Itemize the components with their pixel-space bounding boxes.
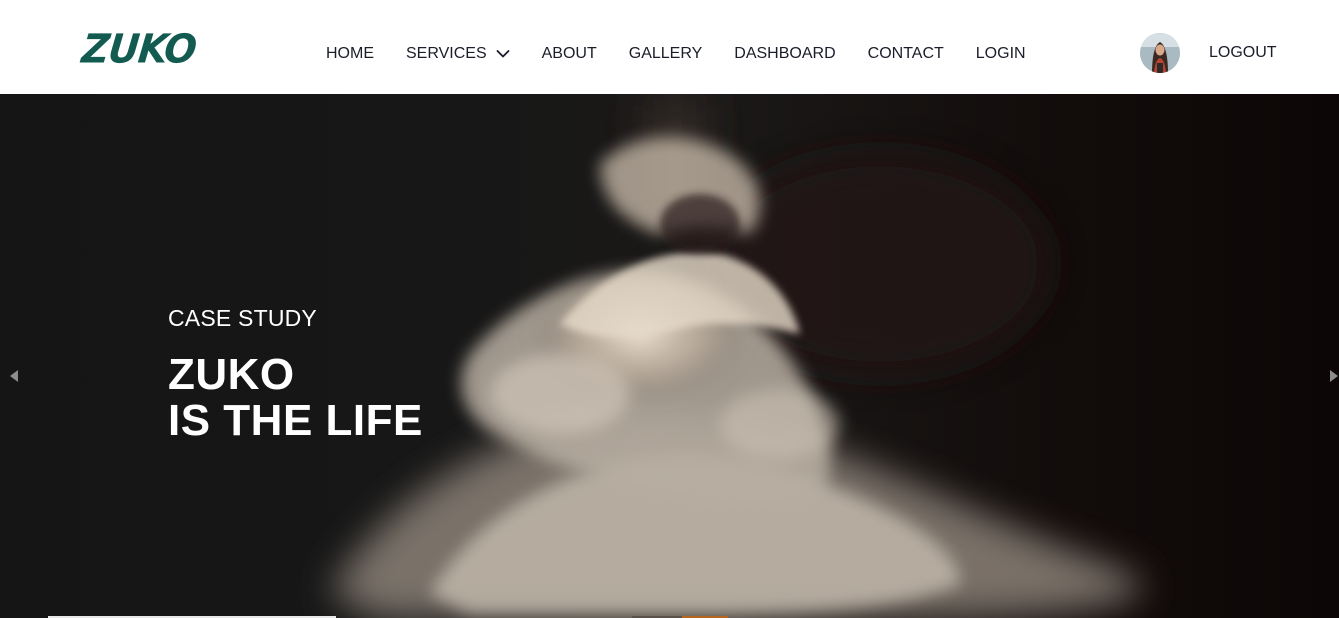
hero-eyebrow: CASE STUDY xyxy=(168,305,317,331)
hero-headline-line-2: IS THE LIFE xyxy=(168,396,423,445)
main-nav: HOME SERVICES ABOUT GALLERY DASHBOARD CO… xyxy=(326,43,1026,65)
nav-contact-label: CONTACT xyxy=(867,45,944,62)
nav-dashboard-label: DASHBOARD xyxy=(734,45,836,62)
logout-link[interactable]: LOGOUT xyxy=(1209,44,1277,62)
prev-slide-icon[interactable] xyxy=(8,368,20,384)
nav-about-label: ABOUT xyxy=(541,45,597,62)
hero-headline-line-1: ZUKO xyxy=(168,350,295,399)
nav-dashboard[interactable]: DASHBOARD xyxy=(734,45,835,63)
avatar-image xyxy=(1140,33,1180,73)
nav-services-label: SERVICES xyxy=(406,45,487,62)
site-header: ZUKO HOME SERVICES ABOUT GALLERY DASHBOA… xyxy=(0,0,1339,94)
nav-about[interactable]: ABOUT xyxy=(542,45,597,63)
nav-login[interactable]: LOGIN xyxy=(976,45,1026,63)
hero-slider: CASE STUDY ZUKO IS THE LIFE xyxy=(0,94,1339,618)
next-slide-icon[interactable] xyxy=(1328,368,1339,384)
chevron-down-icon xyxy=(496,50,510,58)
nav-services[interactable]: SERVICES xyxy=(406,45,510,63)
nav-contact[interactable]: CONTACT xyxy=(868,45,944,63)
hero-headline: ZUKO IS THE LIFE xyxy=(168,352,423,444)
brand-logo[interactable]: ZUKO xyxy=(80,26,199,72)
nav-login-label: LOGIN xyxy=(975,45,1026,62)
user-avatar[interactable] xyxy=(1140,33,1180,73)
nav-home-label: HOME xyxy=(326,45,374,62)
nav-gallery[interactable]: GALLERY xyxy=(629,45,703,63)
nav-home[interactable]: HOME xyxy=(326,45,374,63)
nav-gallery-label: GALLERY xyxy=(628,45,703,62)
